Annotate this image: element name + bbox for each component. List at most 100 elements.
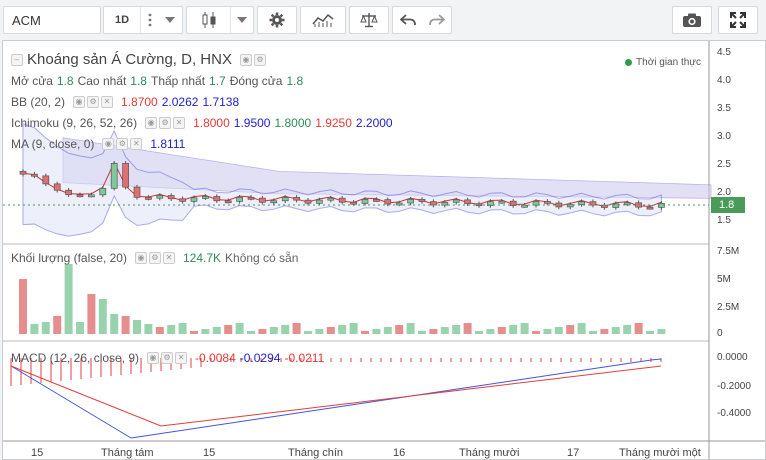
top-toolbar: ACM 1D (0, 0, 766, 40)
chevron-down-icon[interactable] (231, 7, 253, 33)
indicators-button[interactable] (300, 6, 346, 34)
volume-bar (201, 329, 210, 334)
volume-bar (657, 329, 666, 334)
volume-bar (121, 316, 130, 334)
candlestick-icon[interactable] (187, 7, 230, 33)
time-tick: 17 (567, 447, 580, 459)
gear-icon[interactable]: ⚙ (116, 138, 129, 150)
close-icon[interactable]: ✕ (175, 352, 188, 364)
volume-tick: 2.5M (717, 302, 740, 313)
volume-bar (224, 325, 233, 334)
candle-body (156, 195, 164, 199)
volume-tick: 0 (717, 328, 723, 339)
more-vertical-icon[interactable] (141, 7, 159, 33)
gear-icon[interactable]: ⚙ (253, 53, 266, 66)
snapshot-button[interactable] (672, 6, 712, 34)
candle-body (452, 199, 460, 203)
candle-body (601, 204, 608, 208)
volume-bar (178, 323, 187, 334)
visibility-icon[interactable]: ◉ (239, 53, 252, 66)
volume-bar (486, 329, 495, 334)
volume-bar (418, 331, 426, 334)
gear-icon[interactable]: ⚙ (159, 117, 172, 129)
candle-body (202, 196, 209, 199)
volume-bar (64, 264, 73, 334)
price-tick: 2.5 (717, 159, 731, 170)
ma-legend: MA (9, close, 0) ◉ ⚙ ✕ 1.8111 (11, 137, 185, 151)
candle-body (350, 201, 357, 205)
candle-body (19, 171, 27, 175)
volume-bar (554, 327, 563, 334)
settings-button[interactable] (257, 6, 297, 34)
close-icon[interactable]: ✕ (173, 117, 186, 129)
time-tick: 15 (203, 447, 216, 459)
chevron-down-icon[interactable] (159, 7, 181, 33)
candle-body (190, 197, 198, 202)
open-label: Mở cửa (11, 74, 53, 88)
visibility-icon[interactable]: ◉ (73, 96, 86, 108)
macd-plot (10, 358, 662, 439)
candle-body (646, 206, 654, 210)
volume-bar (235, 323, 244, 334)
price-tick: 4.5 (717, 47, 731, 58)
volume-bar (463, 323, 472, 334)
macd-histogram-value: -0.0084 (195, 351, 236, 365)
candle-body (316, 199, 323, 204)
gear-icon[interactable]: ⚙ (161, 352, 174, 364)
close-icon[interactable]: ✕ (162, 252, 175, 264)
undo-icon[interactable] (393, 7, 422, 33)
candle-body (224, 200, 232, 204)
close-icon[interactable]: ✕ (130, 138, 143, 150)
volume-bar (611, 327, 620, 334)
candle-body (373, 199, 380, 202)
collapse-icon[interactable]: – (11, 53, 23, 66)
bb-upper-value: 2.0262 (161, 95, 199, 109)
candle-body (293, 197, 300, 201)
volume-bar (212, 327, 221, 334)
close-label: Đóng cửa (229, 74, 283, 88)
ichimoku-label: Ichimoku (9, 26, 52, 26) (11, 116, 138, 130)
volume-bar (98, 299, 107, 334)
volume-bar (167, 325, 176, 334)
volume-bar (623, 325, 632, 334)
volume-bar (497, 327, 506, 334)
ichimoku-value-4: 1.9250 (315, 116, 352, 130)
high-label: Cao nhất (77, 74, 127, 88)
scale-icon (350, 7, 388, 33)
macd-line-value: -0.0294 (239, 351, 281, 365)
compare-button[interactable] (349, 6, 389, 34)
main-legend: – Khoáng sản Á Cường, D, HNX ◉ ⚙ (11, 51, 270, 68)
indicators-icon (301, 7, 345, 33)
volume-bar (361, 331, 369, 334)
gear-icon[interactable]: ⚙ (87, 96, 100, 108)
interval-button[interactable]: 1D (104, 7, 140, 33)
volume-ma-value: Không có sẵn (225, 251, 299, 265)
visibility-icon[interactable]: ◉ (134, 252, 147, 264)
visibility-icon[interactable]: ◉ (145, 117, 158, 129)
chart-area[interactable]: – Khoáng sản Á Cường, D, HNX ◉ ⚙ Thời gi… (2, 40, 766, 460)
close-icon[interactable]: ✕ (101, 96, 114, 108)
redo-icon[interactable] (422, 7, 451, 33)
candle-body (270, 200, 278, 204)
candle-body (247, 196, 255, 200)
symbol-search[interactable]: ACM (3, 6, 101, 34)
macd-tick: 0.0000 (717, 352, 748, 363)
visibility-icon[interactable]: ◉ (147, 352, 160, 364)
visibility-icon[interactable]: ◉ (102, 138, 115, 150)
volume-bar (372, 329, 381, 334)
ichimoku-value-2: 1.9500 (233, 116, 271, 130)
volume-bar (269, 327, 278, 334)
volume-bar (589, 331, 597, 334)
bb-label: BB (20, 2) (11, 95, 66, 109)
volume-bar (543, 329, 552, 334)
candle-body (361, 199, 369, 204)
volume-bar (110, 314, 119, 334)
gear-icon[interactable]: ⚙ (148, 252, 161, 264)
ichimoku-value-5: 2.2000 (355, 116, 393, 130)
candle-body (544, 200, 551, 204)
fullscreen-button[interactable] (718, 6, 758, 34)
candle-body (498, 200, 506, 204)
realtime-indicator: Thời gian thực (625, 57, 701, 68)
candle-body (53, 183, 61, 191)
volume-bar (315, 329, 324, 334)
